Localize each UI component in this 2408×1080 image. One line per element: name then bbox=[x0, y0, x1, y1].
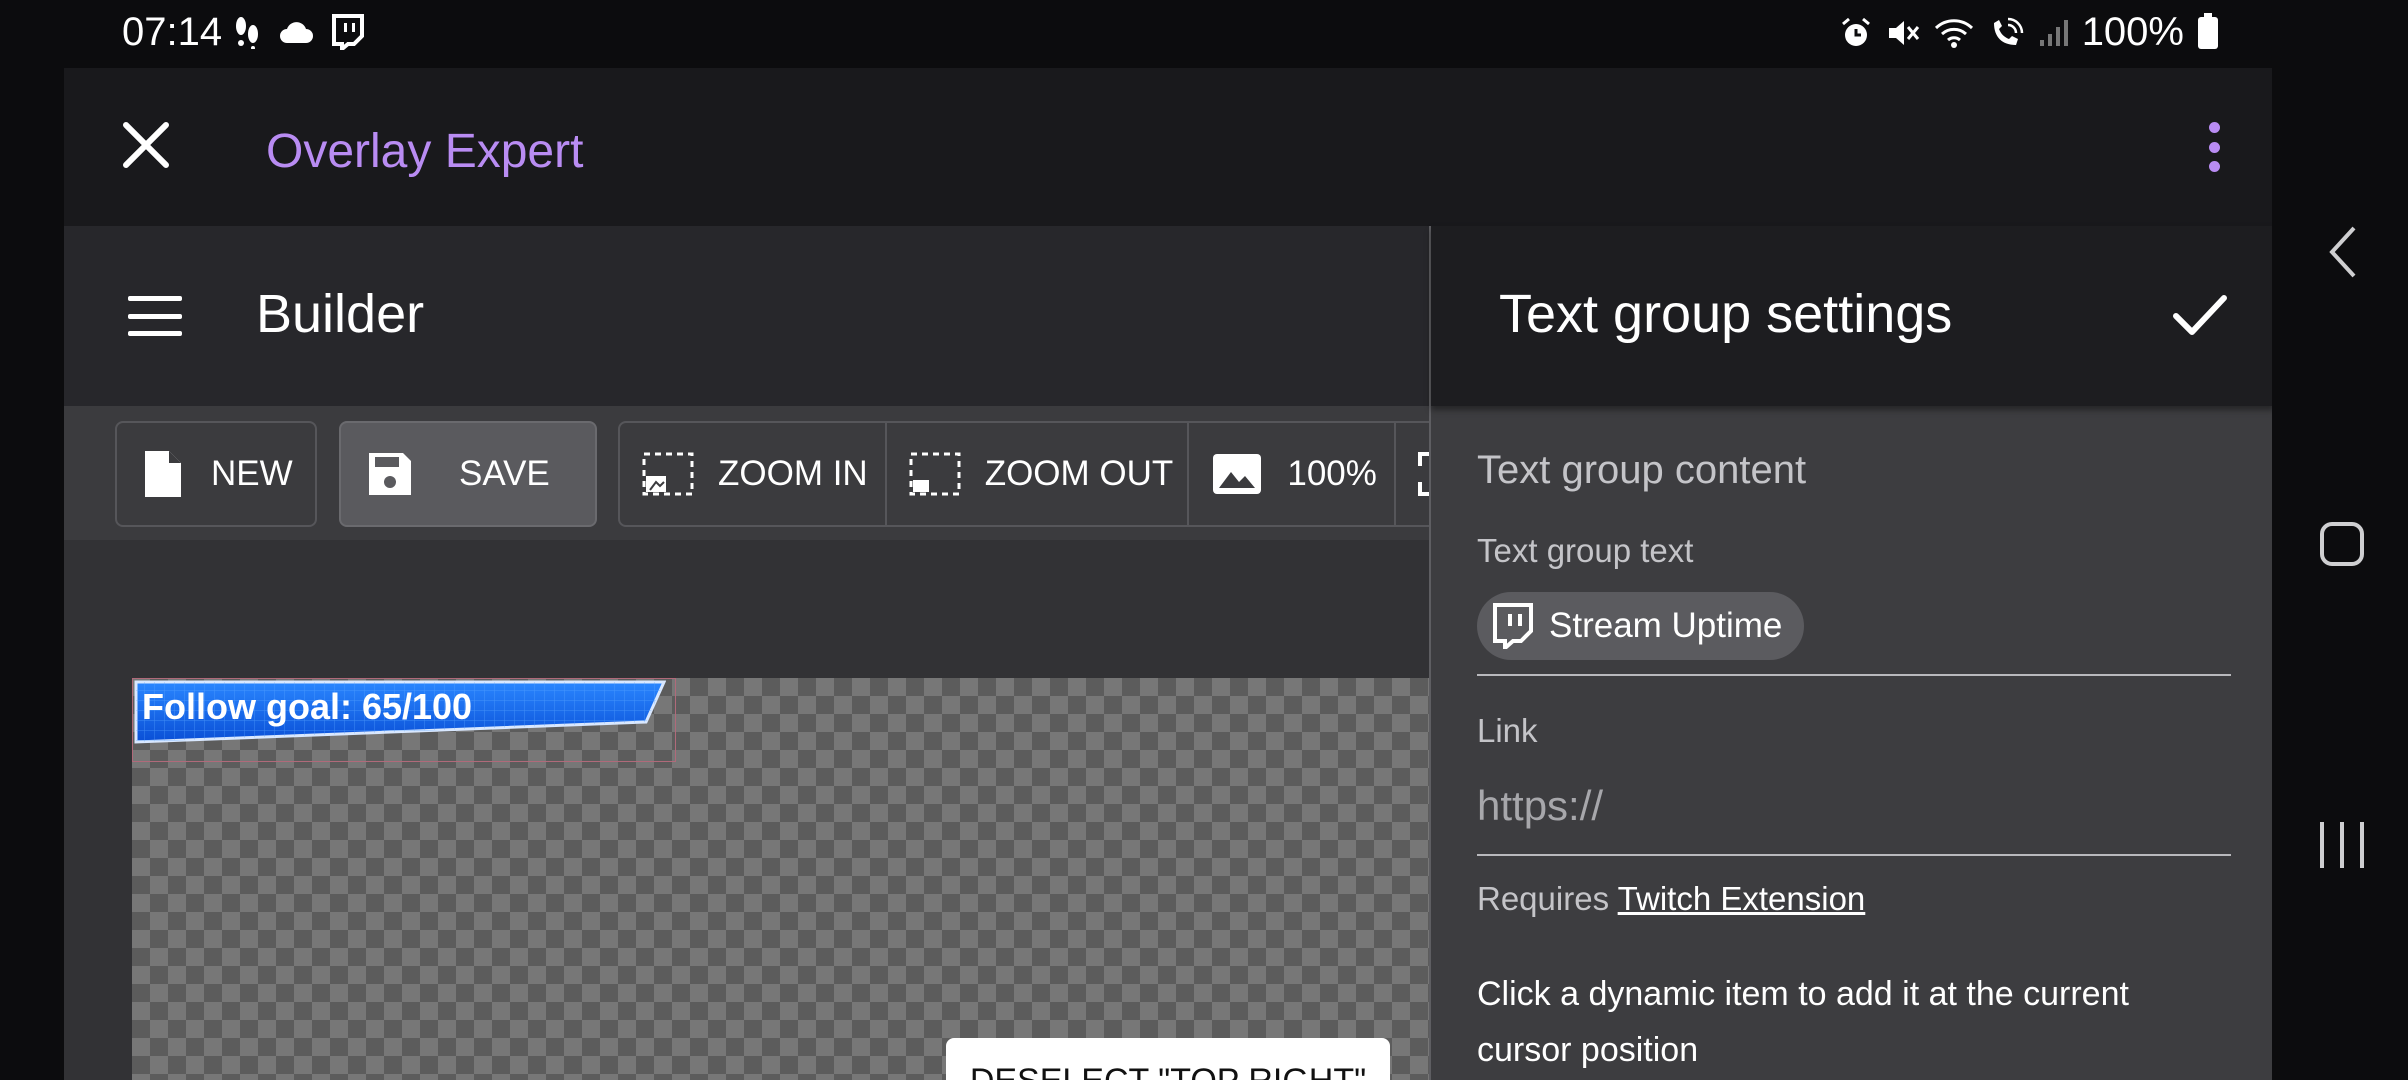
requires-prefix: Requires bbox=[1477, 880, 1610, 917]
battery-percent: 100% bbox=[2081, 10, 2184, 54]
confirm-check-icon[interactable] bbox=[2170, 290, 2230, 340]
deselect-button[interactable]: DESELECT "TOP RIGHT" bbox=[946, 1038, 1390, 1080]
wifi-icon bbox=[1934, 18, 1973, 48]
image-icon bbox=[1213, 454, 1262, 494]
save-icon bbox=[369, 453, 411, 495]
status-time: 07:14 bbox=[122, 10, 223, 54]
builder-header: Builder bbox=[64, 226, 1429, 406]
battery-icon bbox=[2198, 12, 2218, 49]
builder-canvas[interactable]: Follow goal: 65/100 DESELECT "TOP RIGHT" bbox=[64, 540, 1429, 1080]
follow-goal-text: Follow goal: 65/100 bbox=[142, 686, 473, 727]
alarm-icon bbox=[1841, 17, 1870, 46]
app-title: Overlay Expert bbox=[266, 125, 584, 178]
text-field-underline bbox=[1477, 674, 2231, 676]
mute-icon bbox=[1888, 20, 1919, 45]
signal-icon bbox=[2039, 19, 2068, 46]
cloud-icon bbox=[280, 22, 313, 43]
more-options-icon[interactable] bbox=[2204, 122, 2224, 172]
zoom-in-label: ZOOM IN bbox=[718, 454, 868, 493]
footsteps-icon bbox=[236, 17, 258, 49]
status-right: 100% bbox=[1840, 10, 2218, 55]
new-button[interactable]: NEW bbox=[115, 421, 317, 527]
home-icon[interactable] bbox=[2320, 522, 2364, 566]
zoom-toolbar-group: ZOOM IN ZOOM OUT 100% bbox=[618, 421, 1518, 527]
panel-header: Text group settings bbox=[1431, 226, 2272, 406]
close-icon[interactable] bbox=[116, 115, 176, 175]
link-input[interactable]: https:// bbox=[1477, 782, 1603, 830]
zoom-out-button[interactable]: ZOOM OUT bbox=[887, 423, 1190, 525]
zoom-level-button[interactable]: 100% bbox=[1189, 423, 1397, 525]
panel-title: Text group settings bbox=[1499, 284, 1953, 344]
notification-icons bbox=[232, 14, 364, 50]
save-button-label: SAVE bbox=[459, 454, 550, 493]
new-button-label: NEW bbox=[211, 454, 293, 493]
save-button[interactable]: SAVE bbox=[339, 421, 597, 527]
zoom-out-label: ZOOM OUT bbox=[984, 454, 1174, 493]
new-file-icon bbox=[145, 451, 181, 497]
requires-note: Requires Twitch Extension bbox=[1477, 880, 1865, 918]
twitch-extension-link[interactable]: Twitch Extension bbox=[1618, 880, 1866, 917]
builder-title: Builder bbox=[256, 284, 425, 344]
status-bar: 07:14 100% bbox=[0, 0, 2408, 68]
zoom-in-button[interactable]: ZOOM IN bbox=[620, 423, 887, 525]
chip-label: Stream Uptime bbox=[1549, 606, 1783, 645]
section-title: Text group content bbox=[1477, 448, 1807, 492]
system-nav-bar bbox=[2272, 0, 2408, 1080]
link-field-underline bbox=[1477, 854, 2231, 856]
menu-icon[interactable] bbox=[128, 296, 182, 336]
text-group-text-label: Text group text bbox=[1477, 532, 1694, 569]
link-label: Link bbox=[1477, 712, 1538, 749]
zoom-out-icon bbox=[909, 452, 961, 496]
back-icon[interactable] bbox=[2324, 222, 2360, 282]
app-window: Overlay Expert Builder NEW SAVE ZOOM IN … bbox=[64, 68, 2272, 1080]
app-bar: Overlay Expert bbox=[64, 68, 2272, 226]
builder-toolbar: NEW SAVE ZOOM IN ZOOM OUT 100% bbox=[64, 406, 1518, 540]
recent-apps-icon[interactable] bbox=[2320, 822, 2364, 868]
stream-uptime-chip[interactable]: Stream Uptime bbox=[1477, 592, 1805, 660]
follow-goal-widget[interactable]: Follow goal: 65/100 bbox=[134, 680, 667, 746]
zoom-level: 100% bbox=[1287, 454, 1377, 493]
zoom-in-icon bbox=[642, 452, 694, 496]
dynamic-item-hint: Click a dynamic item to add it at the cu… bbox=[1477, 975, 2129, 1069]
twitch-icon bbox=[332, 14, 364, 50]
twitch-icon bbox=[1493, 603, 1533, 649]
wifi-call-icon bbox=[1993, 17, 2023, 45]
text-group-settings-panel: Text group settings Text group content T… bbox=[1429, 226, 2272, 1080]
